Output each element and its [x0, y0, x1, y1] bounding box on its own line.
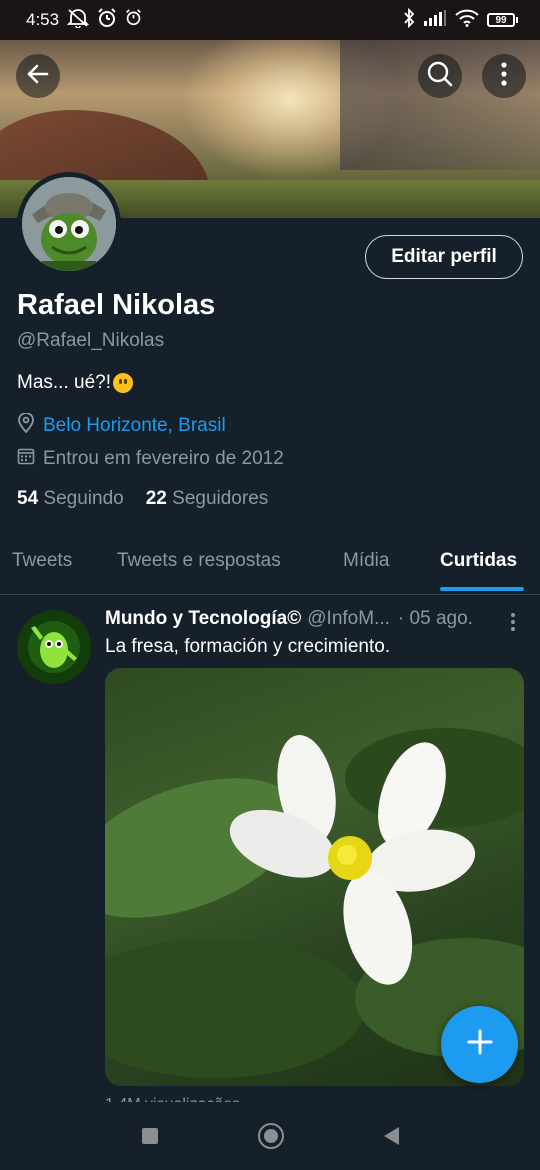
- more-options-button[interactable]: [482, 54, 526, 98]
- follow-stats: 54 Seguindo 22 Seguidores: [17, 488, 268, 510]
- alarm-icon: [125, 9, 142, 31]
- avatar: [22, 177, 116, 271]
- search-icon: [426, 60, 454, 93]
- tab-tweets[interactable]: Tweets: [12, 550, 72, 572]
- system-navigation-bar: [0, 1102, 540, 1170]
- profile-avatar[interactable]: [17, 172, 121, 276]
- search-button[interactable]: [418, 54, 462, 98]
- tweet-author-avatar[interactable]: [17, 610, 91, 684]
- battery-level: 99: [487, 13, 515, 27]
- alarm-icon: [97, 7, 117, 33]
- profile-tabs: Tweets Tweets e respostas Mídia Curtidas: [0, 532, 540, 595]
- following-count: 54: [17, 488, 39, 509]
- followers-link[interactable]: 22 Seguidores: [146, 488, 269, 510]
- location-link[interactable]: Belo Horizonte, Brasil: [43, 415, 226, 437]
- profile-bio: Mas... ué?!: [17, 372, 133, 394]
- tweet-text: La fresa, formación y crecimiento.: [105, 636, 391, 657]
- more-vertical-icon: [500, 61, 508, 92]
- edit-profile-button[interactable]: Editar perfil: [365, 235, 523, 279]
- tab-likes[interactable]: Curtidas: [440, 550, 517, 572]
- arrow-left-icon: [25, 61, 51, 92]
- compose-tweet-button[interactable]: [441, 1006, 518, 1083]
- tweet-header: Mundo y Tecnología© @InfoM... · 05 ago.: [105, 608, 525, 630]
- tweet-date[interactable]: · 05 ago.: [398, 608, 473, 630]
- profile-display-name: Rafael Nikolas: [17, 289, 216, 321]
- profile-handle: @Rafael_Nikolas: [17, 330, 165, 351]
- tweet-more-button[interactable]: [503, 610, 523, 634]
- neutral-face-emoji-icon: [113, 373, 133, 393]
- signal-icon: [423, 9, 447, 31]
- tweet-author-handle[interactable]: @InfoM...: [307, 608, 390, 630]
- tab-media[interactable]: Mídia: [343, 550, 389, 572]
- status-bar: 4:53 99: [0, 0, 540, 40]
- mute-alarm-icon: [66, 8, 90, 33]
- battery-icon: 99: [487, 13, 518, 27]
- tab-tweets-and-replies[interactable]: Tweets e respostas: [117, 550, 281, 572]
- bluetooth-icon: [403, 7, 415, 33]
- join-date-text: Entrou em fevereiro de 2012: [43, 448, 284, 469]
- location-pin-icon: [17, 412, 35, 439]
- home-icon[interactable]: [257, 1123, 284, 1149]
- active-tab-indicator: [440, 587, 524, 591]
- followers-label: Seguidores: [172, 488, 269, 509]
- followers-count: 22: [145, 488, 167, 509]
- wifi-icon: [455, 9, 479, 32]
- back-button[interactable]: [16, 54, 60, 98]
- calendar-icon: [17, 447, 35, 471]
- profile-join-date: Entrou em fevereiro de 2012: [17, 447, 284, 471]
- recent-apps-icon[interactable]: [141, 1128, 158, 1144]
- profile-location: Belo Horizonte, Brasil: [17, 412, 226, 439]
- bio-text: Mas... ué?!: [17, 372, 111, 393]
- tweet-author-name[interactable]: Mundo y Tecnología©: [105, 608, 301, 630]
- back-triangle-icon[interactable]: [383, 1127, 399, 1145]
- following-link[interactable]: 54 Seguindo: [17, 488, 124, 510]
- plus-icon: [466, 1028, 494, 1061]
- status-time: 4:53: [26, 10, 60, 29]
- more-vertical-icon: [511, 613, 515, 617]
- following-label: Seguindo: [43, 488, 124, 509]
